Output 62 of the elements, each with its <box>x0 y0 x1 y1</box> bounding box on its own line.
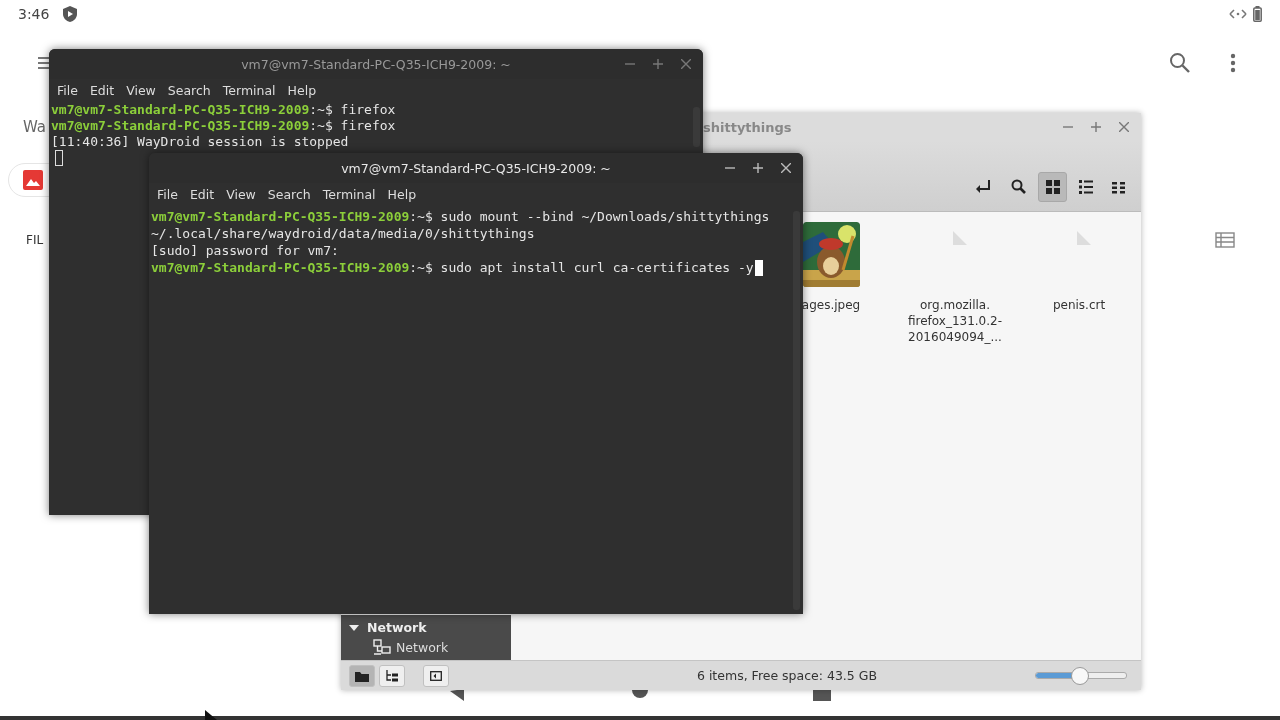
menu-item[interactable]: View <box>120 82 162 98</box>
toggle-sidebar-button[interactable] <box>423 664 449 687</box>
section-label: FIL <box>26 233 44 247</box>
close-icon[interactable] <box>781 163 791 173</box>
file-name[interactable]: penis.crt <box>1052 297 1106 313</box>
maximize-icon[interactable] <box>653 59 663 69</box>
compact-view-icon <box>1111 180 1126 194</box>
list-view-icon <box>1078 180 1093 194</box>
terminal-line: [11:40:36] WayDroid session is stopped <box>51 134 349 150</box>
window-title: shittythings <box>703 119 792 135</box>
tree-icon <box>385 669 399 682</box>
close-icon[interactable] <box>1119 122 1129 132</box>
view-toggle-button[interactable] <box>1038 172 1067 202</box>
menu-item[interactable]: Search <box>161 82 217 98</box>
menu-item[interactable]: Terminal <box>216 82 282 98</box>
terminal-line: vm7@vm7-Standard-PC-Q35-ICH9-2009:~$ firefox <box>51 102 396 118</box>
window-title: vm7@vm7-Standard-PC-Q35-ICH9-2009: ~ <box>241 56 511 72</box>
close-icon[interactable] <box>681 59 691 69</box>
expanded-arrow-icon[interactable] <box>349 622 359 633</box>
clock-time: 3:46 <box>18 6 50 22</box>
terminal-line: vm7@vm7-Standard-PC-Q35-ICH9-2009:~$ firefox <box>51 118 396 134</box>
shield-icon <box>63 6 78 22</box>
slider-thumb[interactable] <box>1071 666 1090 685</box>
folder-icon <box>355 669 369 682</box>
terminal-line: ~/.local/share/waydroid/data/media/0/shittythings <box>151 225 535 242</box>
network-icon <box>373 639 391 655</box>
sidebar-panel-icon <box>430 670 442 681</box>
menu-item[interactable]: File <box>51 82 84 98</box>
more-options-icon[interactable] <box>1230 53 1236 73</box>
app-title: Wa <box>23 118 47 136</box>
data-transfer-icon <box>1229 8 1247 20</box>
terminal-line: vm7@vm7-Standard-PC-Q35-ICH9-2009:~$ sudo mount --bind ~/Downloads/shittythings <box>151 208 770 225</box>
menu-item[interactable]: View <box>220 186 262 202</box>
grid-view-icon <box>1045 180 1060 194</box>
zoom-slider[interactable] <box>1035 666 1127 685</box>
menu-item[interactable]: Edit <box>83 82 121 98</box>
window-title: vm7@vm7-Standard-PC-Q35-ICH9-2009: ~ <box>341 160 611 176</box>
menu-item[interactable]: Terminal <box>316 186 382 202</box>
menu-item[interactable]: Help <box>281 82 323 98</box>
terminal-line: [sudo] password for vm7: <box>151 242 339 259</box>
menu-item[interactable]: Search <box>261 186 317 202</box>
file-name[interactable]: org.mozilla. firefox_131.0.2- 2016049094_... <box>907 297 1002 345</box>
menu-item[interactable]: Help <box>381 186 423 202</box>
menu-item[interactable]: File <box>151 186 184 202</box>
sidebar-heading: Network <box>367 620 427 635</box>
sidebar-mode-button[interactable] <box>349 664 375 687</box>
status-text: 6 items, Free space: 43.5 GB <box>695 668 879 683</box>
terminal-line: vm7@vm7-Standard-PC-Q35-ICH9-2009:~$ sudo apt install curl ca-certificates -y <box>151 259 754 276</box>
return-arrow-icon[interactable] <box>975 180 991 194</box>
image-icon <box>23 170 43 190</box>
menu-item[interactable]: Edit <box>183 186 221 202</box>
mouse-pointer-icon <box>205 710 217 720</box>
sidebar-item[interactable]: Network <box>396 639 449 655</box>
file-name[interactable]: ages.jpeg <box>801 297 861 313</box>
maximize-icon[interactable] <box>753 163 763 173</box>
sidebar-mode-button[interactable] <box>379 664 405 687</box>
home-icon[interactable] <box>632 690 648 700</box>
list-view-icon[interactable] <box>1215 232 1235 248</box>
battery-icon <box>1253 6 1262 22</box>
maximize-icon[interactable] <box>1091 122 1101 132</box>
search-icon[interactable] <box>1011 179 1026 194</box>
search-icon[interactable] <box>1169 52 1191 74</box>
